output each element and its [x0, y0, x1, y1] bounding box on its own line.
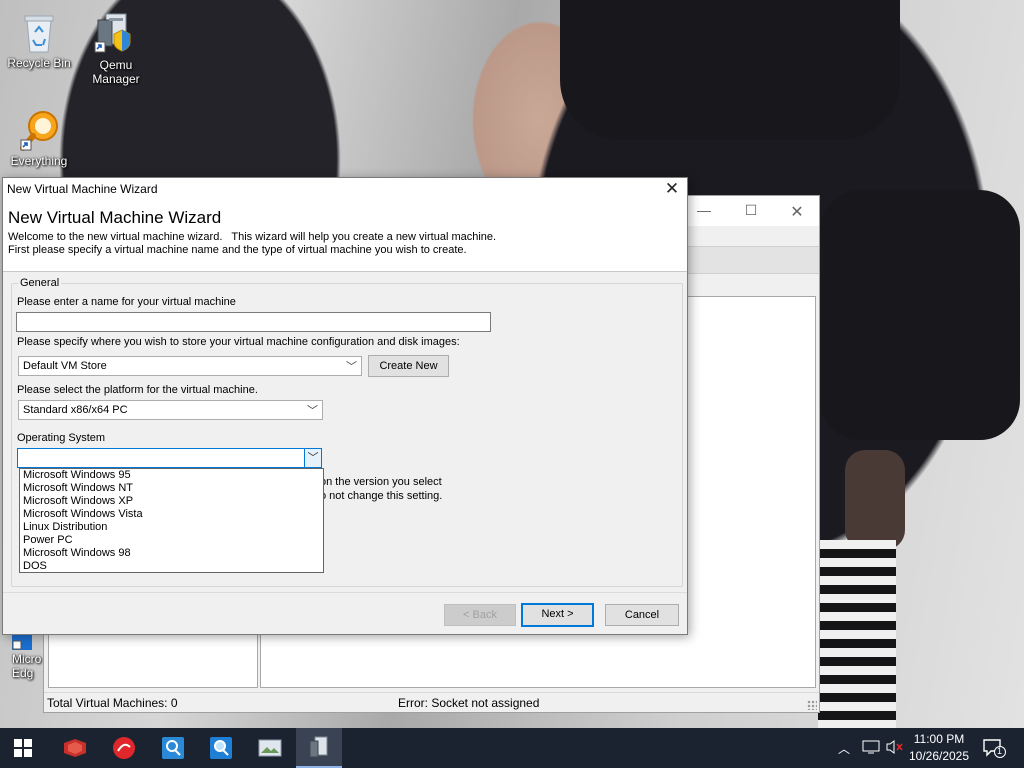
recycle-bin-label: Recycle Bin — [7, 56, 71, 70]
everything-search-icon — [20, 111, 58, 151]
everything-label: Everything — [10, 154, 68, 168]
chevron-down-icon: ﹀ — [346, 361, 357, 373]
network-icon[interactable] — [862, 739, 880, 779]
taskbar-clock[interactable]: 11:00 PM 10/26/2025 — [906, 731, 972, 765]
vm-store-value: Default VM Store — [23, 360, 107, 372]
close-icon[interactable]: ✕ — [787, 202, 807, 221]
resize-grip-icon[interactable] — [807, 700, 817, 710]
os-option[interactable]: Microsoft Windows NT — [20, 482, 323, 495]
qemu-manager-label: Qemu Manager — [92, 58, 140, 86]
wizard-header: New Virtual Machine Wizard Welcome to th… — [3, 200, 687, 272]
footer-divider — [3, 592, 687, 593]
wizard-intro-line2: First please specify a virtual machine n… — [8, 244, 467, 256]
back-button[interactable]: < Back — [444, 604, 516, 626]
minimize-icon[interactable]: — — [694, 202, 714, 220]
wizard-intro-line1: Welcome to the new virtual machine wizar… — [8, 231, 497, 243]
clock-time: 11:00 PM — [913, 732, 965, 746]
os-note-line2: o not change this setting. — [320, 490, 443, 502]
os-dropdown-list[interactable]: Microsoft Windows 95 Microsoft Windows N… — [19, 468, 324, 573]
taskbar-photos[interactable] — [247, 728, 293, 768]
maximize-icon[interactable]: ☐ — [741, 202, 761, 220]
start-button[interactable] — [0, 728, 46, 768]
os-option[interactable]: DOS — [20, 560, 323, 573]
anydesk-icon — [113, 737, 135, 759]
status-bar: Total Virtual Machines: 0 Error: Socket … — [44, 692, 819, 712]
socket-error-status: Error: Socket not assigned — [398, 696, 540, 710]
taskbar-qemu-manager[interactable] — [296, 728, 342, 768]
wizard-heading: New Virtual Machine Wizard — [8, 208, 222, 227]
edge-desktop-icon[interactable]: Micro Edg — [0, 632, 46, 680]
windows-start-icon — [14, 739, 32, 757]
edge-label: Micro Edg — [12, 652, 42, 680]
qemu-manager-desktop-icon[interactable]: Qemu Manager — [78, 8, 154, 86]
os-option[interactable]: Microsoft Windows 98 — [20, 547, 323, 560]
wallpaper-shape — [560, 0, 900, 140]
os-option[interactable]: Microsoft Windows XP — [20, 495, 323, 508]
vm-store-label: Please specify where you wish to store y… — [17, 336, 460, 348]
os-option[interactable]: Microsoft Windows Vista — [20, 508, 323, 521]
photos-icon — [258, 739, 282, 757]
create-new-button[interactable]: Create New — [368, 355, 449, 377]
taskbar-search-app[interactable] — [150, 728, 196, 768]
vm-count-status: Total Virtual Machines: 0 — [47, 696, 178, 710]
notification-count: 1 — [997, 746, 1003, 756]
wallpaper-skirt — [820, 190, 1020, 440]
new-vm-wizard-dialog[interactable]: New Virtual Machine Wizard ✕ New Virtual… — [2, 177, 688, 635]
taskbar: ︿ 11:00 PM 10/26/2025 1 — [0, 728, 1024, 768]
wallpaper-stripes — [818, 540, 896, 728]
os-select[interactable]: ﹀ — [17, 448, 322, 468]
wizard-titlebar[interactable]: New Virtual Machine Wizard ✕ — [3, 178, 687, 200]
next-button[interactable]: Next > — [521, 603, 594, 627]
general-group-label: General — [18, 277, 62, 289]
volume-muted-icon[interactable] — [885, 739, 905, 779]
notification-center-button[interactable]: 1 — [982, 738, 1006, 778]
os-option[interactable]: Microsoft Windows 95 — [20, 469, 323, 482]
platform-value: Standard x86/x64 PC — [23, 404, 128, 416]
qemu-manager-icon — [309, 736, 328, 758]
os-option[interactable]: Power PC — [20, 534, 323, 547]
recycle-bin-icon — [24, 15, 54, 53]
notification-icon — [983, 739, 1006, 758]
os-note-line1: on the version you select — [320, 476, 442, 488]
everything-desktop-icon[interactable]: Everything — [1, 108, 77, 168]
os-option[interactable]: Linux Distribution — [20, 521, 323, 534]
everything-search-icon — [162, 737, 184, 759]
clock-date: 10/26/2025 — [908, 749, 970, 763]
cancel-button[interactable]: Cancel — [605, 604, 679, 626]
chevron-down-icon[interactable]: ﹀ — [304, 449, 321, 467]
wallpaper-legs — [845, 450, 905, 550]
wizard-window-title: New Virtual Machine Wizard — [7, 182, 158, 196]
chevron-down-icon: ﹀ — [307, 405, 318, 417]
vm-name-label: Please enter a name for your virtual mac… — [17, 296, 236, 308]
recycle-bin-desktop-icon[interactable]: Recycle Bin — [1, 10, 77, 70]
os-label: Operating System — [17, 432, 106, 444]
app-red-icon — [64, 739, 86, 757]
close-icon[interactable]: ✕ — [661, 179, 683, 199]
qemu-manager-icon — [94, 13, 131, 53]
vm-name-input[interactable] — [16, 312, 491, 332]
platform-select[interactable]: Standard x86/x64 PC ﹀ — [18, 400, 323, 420]
taskbar-app-red[interactable] — [52, 728, 98, 768]
platform-label: Please select the platform for the virtu… — [17, 384, 258, 396]
vm-store-select[interactable]: Default VM Store ﹀ — [18, 356, 362, 376]
taskbar-search-app-2[interactable] — [198, 728, 244, 768]
magnifier-icon — [210, 737, 232, 759]
show-hidden-icons-chevron-up-icon[interactable]: ︿ — [838, 740, 850, 780]
taskbar-anydesk[interactable] — [101, 728, 147, 768]
